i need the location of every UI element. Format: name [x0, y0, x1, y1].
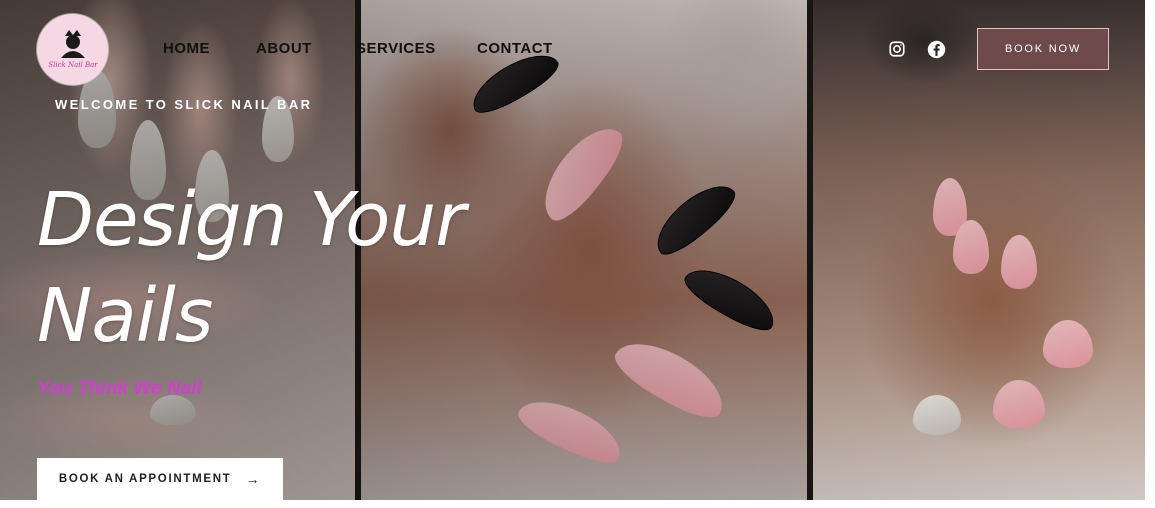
headline-line-1: Design Your — [37, 177, 466, 263]
brand-logo[interactable]: Slick Nail Bar — [37, 14, 108, 85]
slick-nail-bar-logo-icon: Slick Nail Bar — [48, 29, 98, 69]
book-now-button[interactable]: BOOK NOW — [977, 28, 1109, 70]
book-appointment-label: BOOK AN APPOINTMENT — [58, 473, 232, 485]
hero-headline: Design Your Nails — [37, 172, 466, 364]
arrow-right-icon: → — [245, 471, 262, 487]
nav-about[interactable]: ABOUT — [256, 40, 312, 57]
book-appointment-button[interactable]: BOOK AN APPOINTMENT → — [37, 458, 283, 500]
logo-text: Slick Nail Bar — [48, 61, 98, 69]
instagram-icon[interactable] — [887, 39, 907, 59]
nav-home[interactable]: HOME — [163, 40, 210, 57]
headline-line-2: Nails — [37, 273, 213, 359]
facebook-icon[interactable] — [926, 39, 946, 59]
hero-tagline: You Think We Nail — [37, 378, 202, 399]
nav-contact[interactable]: CONTACT — [477, 40, 553, 57]
welcome-text: WELCOME TO SLICK NAIL BAR — [55, 97, 313, 112]
nav-services[interactable]: SERVICES — [356, 40, 436, 57]
